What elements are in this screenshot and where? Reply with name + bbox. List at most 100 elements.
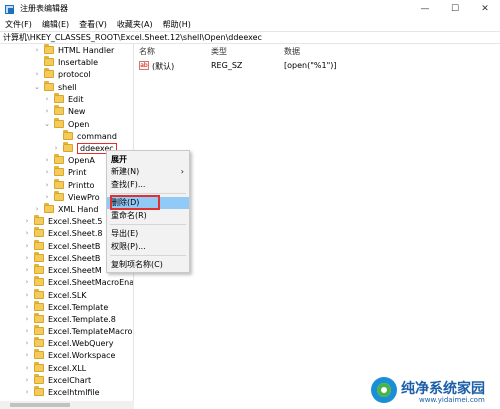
column-header-data[interactable]: 数据 — [284, 46, 300, 57]
tree-item-viewpro[interactable]: › ViewPro — [43, 191, 100, 203]
chevron-right-icon[interactable]: › — [23, 254, 31, 262]
menu-favorites[interactable]: 收藏夹(A) — [112, 19, 158, 30]
tree-item-label: Excel.TemplateMacro — [48, 326, 133, 336]
close-button[interactable]: ✕ — [470, 0, 500, 17]
menu-separator — [110, 224, 186, 225]
menu-item-find[interactable]: 查找(F)... — [107, 179, 189, 191]
tree-item-label: Excelhtmlfile — [48, 387, 100, 397]
tree-item-label: Excel.WebQuery — [48, 338, 114, 348]
menu-item-copy-key-name[interactable]: 复制项名称(C) — [107, 259, 189, 271]
tree-item-command[interactable]: command — [52, 130, 117, 142]
tree-item-excel-sheetm[interactable]: › Excel.SheetM — [23, 264, 102, 276]
tree-item-excel-sheet-8[interactable]: › Excel.Sheet.8 — [23, 227, 103, 239]
chevron-right-icon[interactable]: › — [43, 95, 51, 103]
tree-item-excel-sheetmacroena[interactable]: › Excel.SheetMacroEna — [23, 276, 133, 288]
tree-item-excel-template-8[interactable]: › Excel.Template.8 — [23, 313, 116, 325]
menu-edit[interactable]: 编辑(E) — [37, 19, 74, 30]
tree-item-label: Excel.Sheet.8 — [48, 228, 103, 238]
watermark-text: 纯净系统家园 — [401, 381, 485, 397]
tree-item-label: New — [68, 106, 86, 116]
tree-item-excel-sheetb-1[interactable]: › Excel.SheetB — [23, 240, 100, 252]
chevron-right-icon[interactable]: › — [23, 229, 31, 237]
chevron-right-icon[interactable]: › — [33, 46, 41, 54]
chevron-right-icon[interactable]: › — [23, 266, 31, 274]
tree-item-excel-sheetb-2[interactable]: › Excel.SheetB — [23, 252, 100, 264]
chevron-right-icon[interactable]: › — [43, 193, 51, 201]
tree-item-printto[interactable]: › Printto — [43, 179, 94, 191]
tree-item-excel-templatemacro[interactable]: › Excel.TemplateMacro — [23, 325, 132, 337]
menu-item-new[interactable]: 新建(N) › — [107, 166, 189, 178]
column-header-name[interactable]: 名称 — [139, 46, 155, 57]
menu-item-label: 新建(N) — [111, 167, 140, 176]
tree-item-excel-slk[interactable]: › Excel.SLK — [23, 289, 87, 301]
menu-item-rename[interactable]: 重命名(R) — [107, 210, 189, 222]
menu-item-permissions[interactable]: 权限(P)... — [107, 241, 189, 253]
chevron-right-icon[interactable]: › — [43, 181, 51, 189]
scrollbar-thumb[interactable] — [10, 403, 70, 407]
tree-item-xml-handler[interactable]: › XML Hand — [33, 203, 98, 215]
chevron-down-icon[interactable]: ⌄ — [43, 120, 51, 128]
chevron-right-icon[interactable]: › — [52, 144, 60, 152]
folder-icon — [44, 68, 54, 78]
tree-item-html-handler[interactable]: › HTML Handler — [33, 44, 114, 56]
tree-item-label: Excel.SLK — [48, 290, 87, 300]
tree-item-edit[interactable]: › Edit — [43, 93, 84, 105]
tree-horizontal-scrollbar[interactable] — [0, 401, 134, 409]
chevron-right-icon[interactable]: › — [23, 315, 31, 323]
chevron-right-icon[interactable]: › — [23, 339, 31, 347]
chevron-right-icon[interactable]: › — [23, 364, 31, 372]
menu-file[interactable]: 文件(F) — [0, 19, 37, 30]
chevron-down-icon[interactable]: ⌄ — [33, 83, 41, 91]
chevron-right-icon[interactable]: › — [33, 70, 41, 78]
tree-item-excel-webquery[interactable]: › Excel.WebQuery — [23, 337, 114, 349]
tree-item-excelhtmlfile[interactable]: › Excelhtmlfile — [23, 386, 100, 398]
folder-icon — [34, 252, 44, 262]
column-header-type[interactable]: 类型 — [211, 46, 227, 57]
tree-item-protocol[interactable]: › protocol — [33, 68, 91, 80]
tree-item-label: XML Hand — [58, 204, 99, 214]
menu-item-export[interactable]: 导出(E) — [107, 228, 189, 240]
tree-item-label: Excel.SheetM — [48, 265, 102, 275]
address-bar[interactable]: 计算机\HKEY_CLASSES_ROOT\Excel.Sheet.12\she… — [0, 31, 500, 44]
menu-item-label: 权限(P)... — [111, 242, 146, 251]
tree-item-excel-sheet-5[interactable]: › Excel.Sheet.5 — [23, 215, 103, 227]
folder-icon — [34, 276, 44, 286]
chevron-right-icon[interactable]: › — [23, 303, 31, 311]
chevron-right-icon[interactable]: › — [23, 327, 31, 335]
menu-item-expand[interactable]: 展开 — [107, 154, 189, 166]
tree-item-label: Excel.Template.8 — [48, 314, 116, 324]
tree-item-shell[interactable]: ⌄ shell — [33, 81, 77, 93]
chevron-right-icon[interactable]: › — [23, 388, 31, 396]
tree-item-excelchart[interactable]: › ExcelChart — [23, 374, 91, 386]
menu-help[interactable]: 帮助(H) — [158, 19, 196, 30]
menu-view[interactable]: 查看(V) — [74, 19, 112, 30]
chevron-right-icon[interactable]: › — [23, 291, 31, 299]
tree-item-excel-xll[interactable]: › Excel.XLL — [23, 362, 86, 374]
chevron-right-icon[interactable]: › — [23, 351, 31, 359]
chevron-right-icon[interactable]: › — [43, 107, 51, 115]
tree-item-new[interactable]: › New — [43, 105, 85, 117]
watermark-logo-icon — [371, 377, 397, 403]
tree-item-opena[interactable]: › OpenA — [43, 154, 95, 166]
chevron-right-icon[interactable]: › — [23, 376, 31, 384]
chevron-right-icon[interactable]: › — [23, 217, 31, 225]
tree-item-excel-workspace[interactable]: › Excel.Workspace — [23, 349, 115, 361]
chevron-right-icon[interactable]: › — [23, 278, 31, 286]
tree-item-open[interactable]: ⌄ Open — [43, 118, 89, 130]
tree-item-label: command — [77, 131, 117, 141]
chevron-right-icon[interactable]: › — [33, 205, 41, 213]
tree-item-insertable[interactable]: Insertable — [33, 56, 98, 68]
tree-item-excel-template[interactable]: › Excel.Template — [23, 301, 108, 313]
minimize-button[interactable]: — — [410, 0, 440, 17]
chevron-right-icon[interactable]: › — [43, 156, 51, 164]
chevron-right-icon[interactable]: › — [23, 242, 31, 250]
chevron-right-icon[interactable]: › — [43, 168, 51, 176]
folder-icon — [63, 142, 73, 152]
tree-item-label: Printto — [68, 180, 95, 190]
maximize-button[interactable]: ☐ — [440, 0, 470, 17]
value-row[interactable]: ab (默认) REG_SZ [open("%1")] — [135, 60, 495, 72]
folder-icon — [44, 44, 54, 54]
watermark: 纯净系统家园 www.yidaimei.com — [369, 376, 500, 409]
tree-item-label: OpenA — [68, 155, 95, 165]
tree-item-print[interactable]: › Print — [43, 166, 86, 178]
